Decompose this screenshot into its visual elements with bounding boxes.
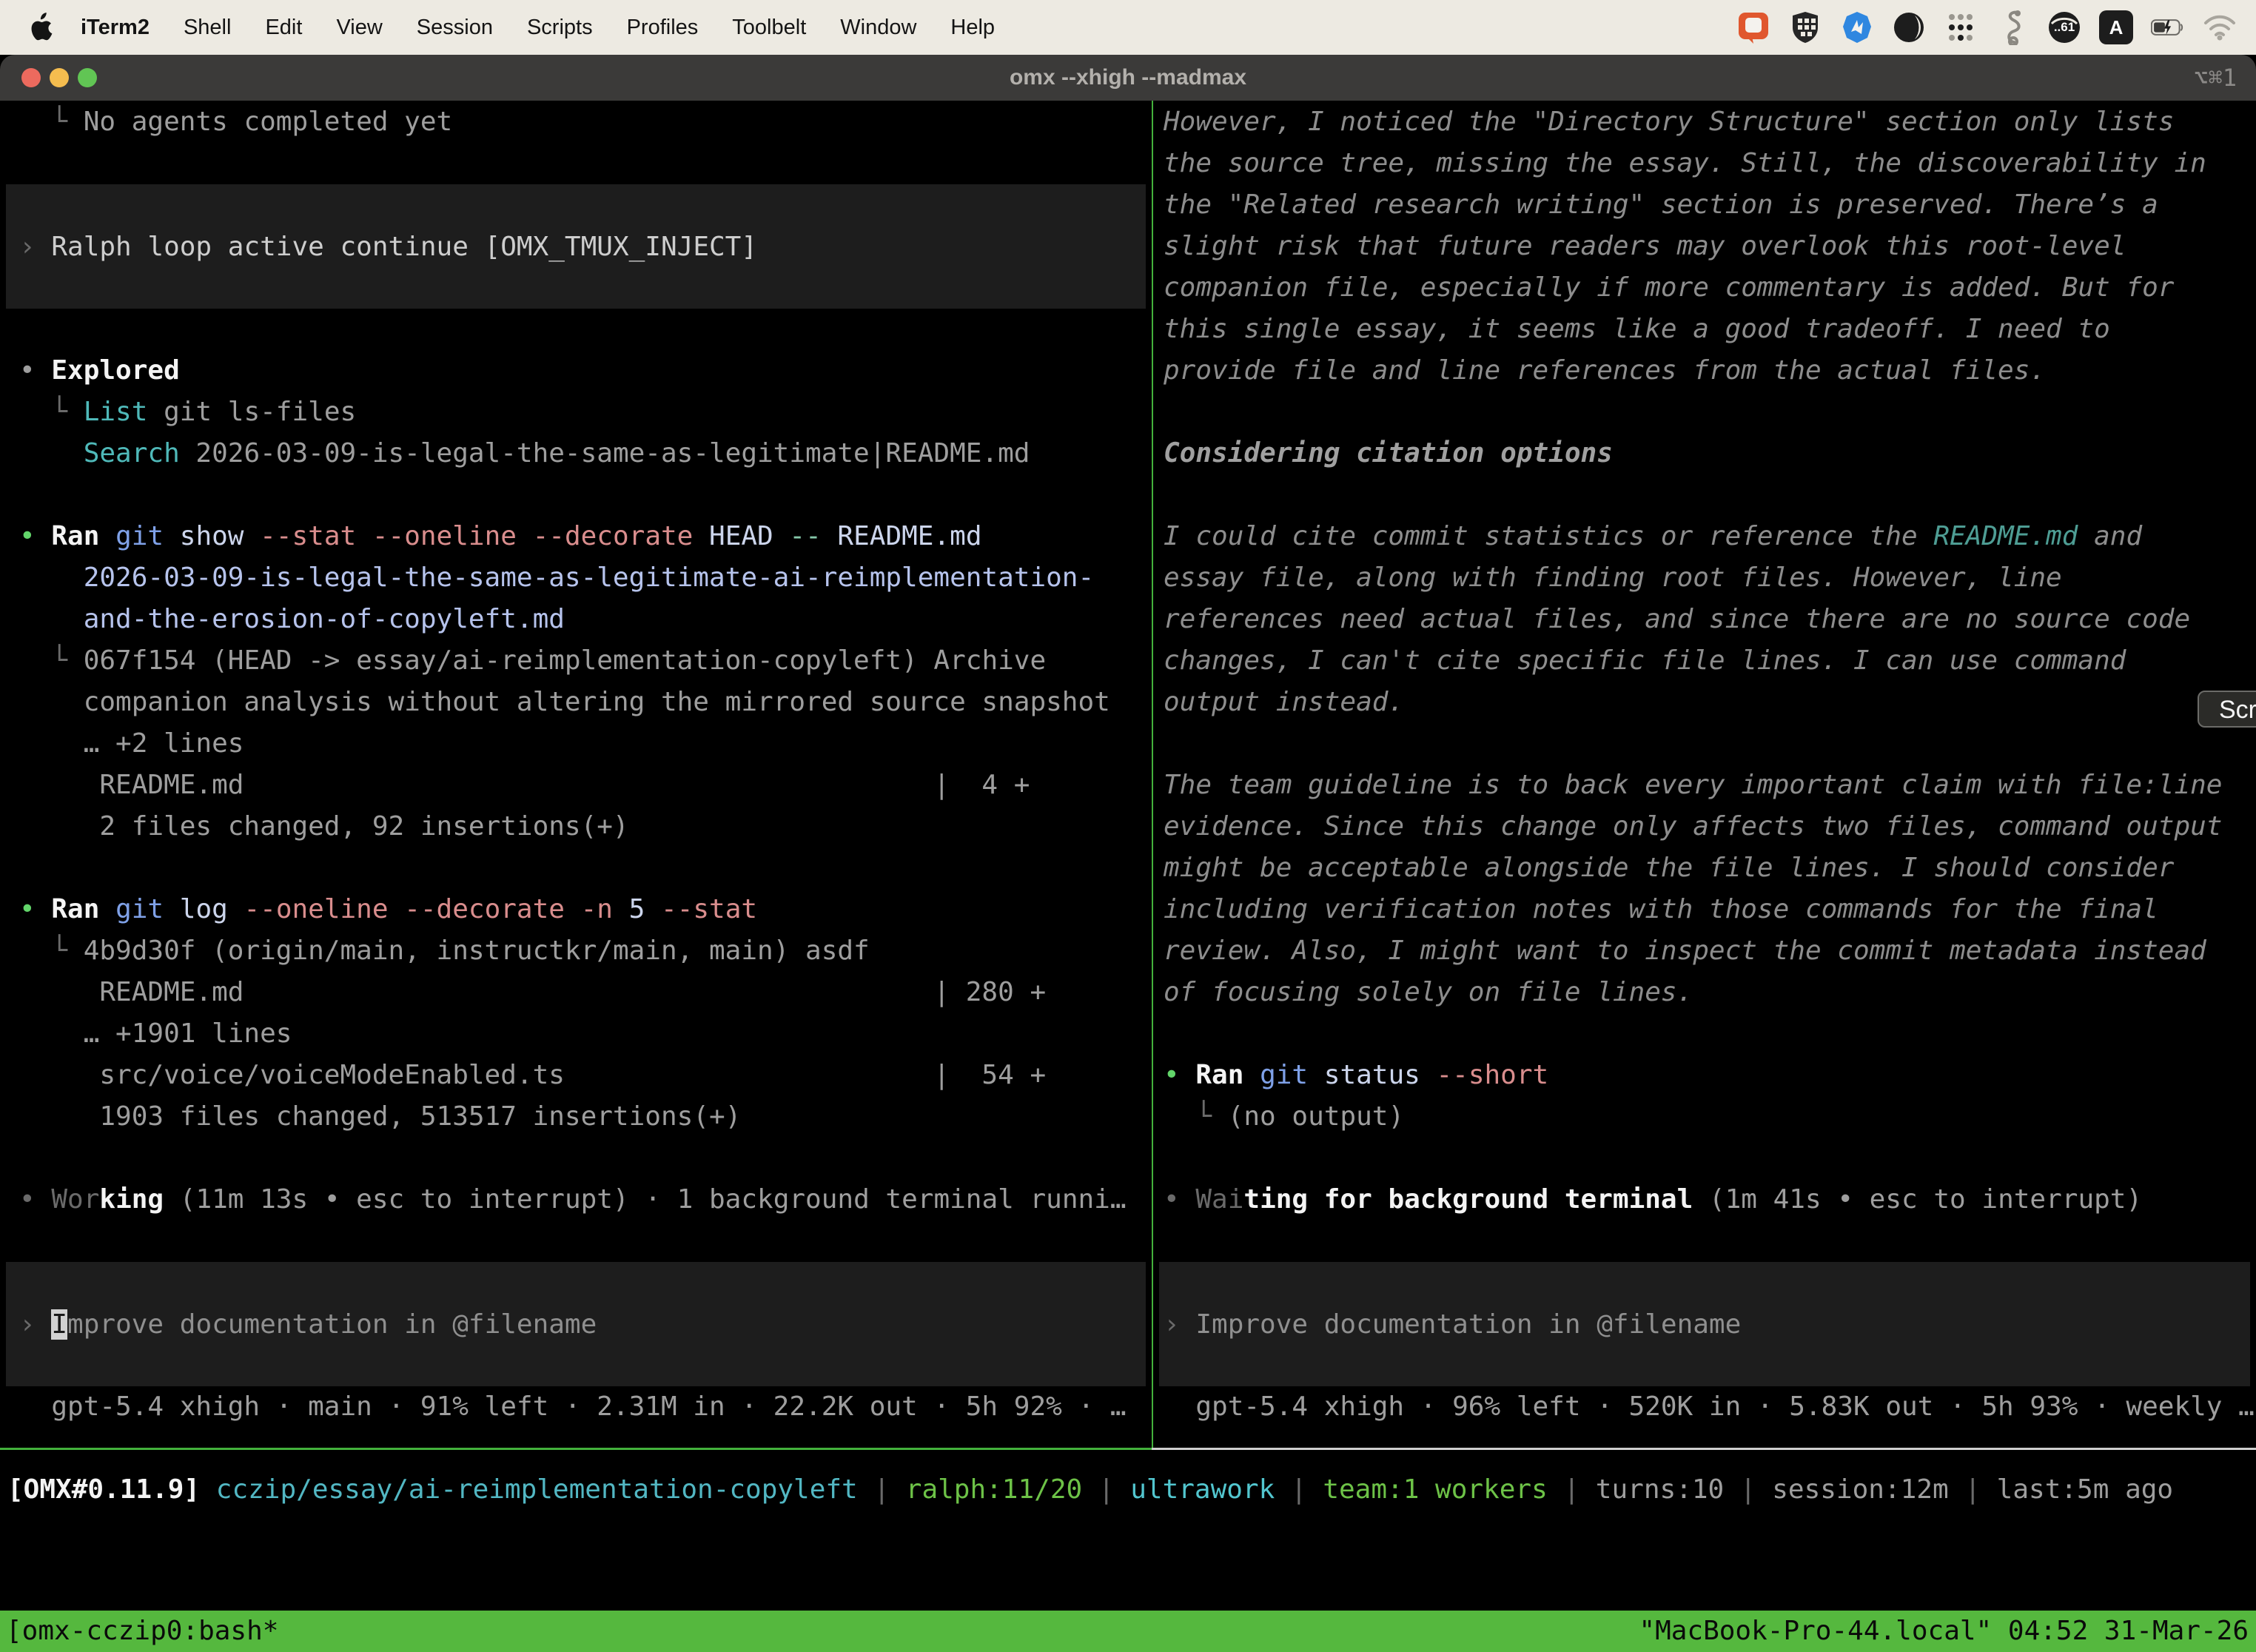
terminal-line (1164, 1013, 2256, 1055)
wifi-icon[interactable] (2203, 10, 2237, 44)
terminal-line: README.md | 280 + (19, 972, 1152, 1013)
menu-item-window[interactable]: Window (823, 16, 933, 40)
terminal-line: gpt-5.4 xhigh · main · 91% left · 2.31M … (19, 1386, 1152, 1428)
blue-badge-icon[interactable] (1840, 10, 1874, 44)
terminal-line: slight risk that future readers may over… (1164, 226, 2256, 267)
menu-item-scripts[interactable]: Scripts (510, 16, 610, 40)
menu-item-view[interactable]: View (319, 16, 399, 40)
terminal-line: README.md | 4 + (19, 765, 1152, 806)
terminal-line: 1903 files changed, 513517 insertions(+) (19, 1096, 1152, 1138)
terminal-line: provide file and line references from th… (1164, 350, 2256, 392)
terminal-line: └ List git ls-files (19, 392, 1152, 433)
terminal-line: evidence. Since this change only affects… (1164, 806, 2256, 847)
terminal-line: output instead. (1164, 682, 2256, 723)
terminal-line (19, 309, 1152, 350)
terminal-line: The team guideline is to back every impo… (1164, 765, 2256, 806)
terminal-line: essay file, along with finding root file… (1164, 557, 2256, 599)
terminal-line: … +1901 lines (19, 1013, 1152, 1055)
terminal-line: and-the-erosion-of-copyleft.md (19, 599, 1152, 640)
terminal-line (19, 1138, 1152, 1179)
tmux-status-bar: [omx-cczip0:bash* "MacBook-Pro-44.local"… (0, 1611, 2256, 1652)
menu-status-icons: ..61 A (1736, 10, 2237, 44)
menu-item-shell[interactable]: Shell (167, 16, 249, 40)
terminal-line (19, 1220, 1152, 1262)
terminal-line: └ (no output) (1164, 1096, 2256, 1138)
battery-icon[interactable] (2151, 10, 2185, 44)
terminal-line: • Waiting for background terminal (1m 41… (1164, 1179, 2256, 1220)
terminal-line: the source tree, missing the essay. Stil… (1164, 143, 2256, 184)
terminal-line: • Ran git log --oneline --decorate -n 5 … (19, 889, 1152, 930)
terminal-line: review. Also, I might want to inspect th… (1164, 930, 2256, 972)
terminal-line: Search 2026-03-09-is-legal-the-same-as-l… (19, 433, 1152, 474)
terminal-line (1164, 1138, 2256, 1179)
terminal-input-box[interactable]: › Improve documentation in @filename (1159, 1262, 2250, 1386)
terminal-line: However, I noticed the "Directory Struct… (1164, 101, 2256, 143)
menu-item-session[interactable]: Session (400, 16, 510, 40)
terminal-line: this single essay, it seems like a good … (1164, 309, 2256, 350)
terminal-line (19, 474, 1152, 516)
terminal-input-box[interactable]: › Improve documentation in @filename (6, 1262, 1146, 1386)
crescent-app-icon[interactable] (1892, 10, 1926, 44)
terminal-pane-right[interactable]: However, I noticed the "Directory Struct… (1153, 101, 2256, 1448)
terminal-line: • Ran git status --short (1164, 1055, 2256, 1096)
terminal-line: • Ran git show --stat --oneline --decora… (19, 516, 1152, 557)
input-source-icon[interactable]: A (2099, 10, 2133, 44)
menu-item-profiles[interactable]: Profiles (610, 16, 716, 40)
pane-border-bottom-left (0, 1448, 1152, 1450)
menu-bar: iTerm2ShellEditViewSessionScriptsProfile… (0, 0, 2256, 55)
pane-border-bottom-right (1152, 1448, 2256, 1450)
screen-share-overlay[interactable]: Scre (2198, 691, 2256, 728)
terminal-line (19, 847, 1152, 889)
terminal-line: └ 067f154 (HEAD -> essay/ai-reimplementa… (19, 640, 1152, 682)
terminal-line: changes, I can't cite specific file line… (1164, 640, 2256, 682)
window-title: omx --xhigh --madmax (0, 55, 2256, 101)
terminal-line: 2 files changed, 92 insertions(+) (19, 806, 1152, 847)
terminal-line: companion analysis without altering the … (19, 682, 1152, 723)
tmux-host-clock: "MacBook-Pro-44.local" 04:52 31-Mar-26 (1639, 1611, 2249, 1652)
badge-61-icon[interactable]: ..61 (2047, 10, 2081, 44)
terminal-line: companion file, especially if more comme… (1164, 267, 2256, 309)
chat-app-icon[interactable] (1736, 10, 1770, 44)
terminal-line: of focusing solely on file lines. (1164, 972, 2256, 1013)
terminal-line: Considering citation options (1164, 433, 2256, 474)
terminal-pane-left[interactable]: └ No agents completed yet › Ralph loop ac… (0, 101, 1152, 1448)
terminal-line: 2026-03-09-is-legal-the-same-as-legitima… (19, 557, 1152, 599)
terminal-line: └ 4b9d30f (origin/main, instructkr/main,… (19, 930, 1152, 972)
window-tab-shortcut: ⌥⌘1 (2194, 55, 2237, 101)
menu-item-help[interactable]: Help (933, 16, 1012, 40)
menu-item-toolbelt[interactable]: Toolbelt (715, 16, 823, 40)
menu-item-edit[interactable]: Edit (248, 16, 319, 40)
terminal-line (1164, 1220, 2256, 1262)
hook-squiggle-icon[interactable] (1995, 10, 2030, 44)
screen-share-overlay-label: Scre (2219, 696, 2256, 724)
terminal-line: • Working (11m 13s • esc to interrupt) ·… (19, 1179, 1152, 1220)
terminal-line: including verification notes with those … (1164, 889, 2256, 930)
menu-item-iterm2[interactable]: iTerm2 (64, 16, 167, 40)
terminal-line (1164, 723, 2256, 765)
terminal-line: └ No agents completed yet (19, 101, 1152, 143)
terminal-line: … +2 lines (19, 723, 1152, 765)
input-source-label: A (2109, 16, 2124, 39)
apple-menu-icon[interactable] (28, 13, 53, 42)
tmux-session-label[interactable]: [omx-cczip0:bash* (6, 1611, 278, 1652)
terminal-line: gpt-5.4 xhigh · 96% left · 520K in · 5.8… (1164, 1386, 2256, 1428)
terminal-line: references need actual files, and since … (1164, 599, 2256, 640)
menu-items: iTerm2ShellEditViewSessionScriptsProfile… (64, 16, 1012, 40)
terminal-line: might be acceptable alongside the file l… (1164, 847, 2256, 889)
terminal-line (19, 143, 1152, 184)
shield-grid-icon[interactable] (1788, 10, 1822, 44)
terminal-line: • Explored (19, 350, 1152, 392)
desktop: iTerm2ShellEditViewSessionScriptsProfile… (0, 0, 2256, 1652)
badge-61-label: ..61 (2054, 20, 2075, 35)
terminal-line (1164, 474, 2256, 516)
omx-status-line: [OMX#0.11.9] cczip/essay/ai-reimplementa… (7, 1469, 2250, 1511)
terminal-line (1164, 392, 2256, 433)
terminal-line: I could cite commit statistics or refere… (1164, 516, 2256, 557)
terminal-input-box[interactable]: › Ralph loop active continue [OMX_TMUX_I… (6, 184, 1146, 309)
terminal-line: the "Related research writing" section i… (1164, 184, 2256, 226)
terminal-line: src/voice/voiceModeEnabled.ts | 54 + (19, 1055, 1152, 1096)
dots-grid-icon[interactable] (1944, 10, 1978, 44)
